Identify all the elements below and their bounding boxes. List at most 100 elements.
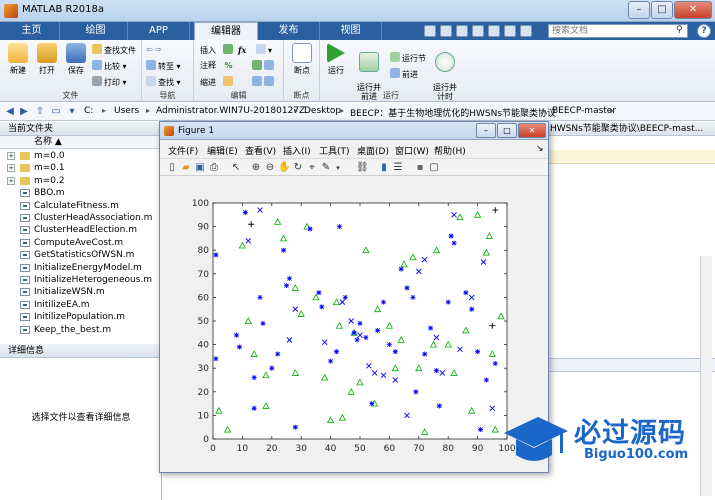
file-list-item[interactable]: CalculateFitness.m: [0, 200, 162, 212]
file-list-item[interactable]: + m=0.1: [0, 162, 162, 174]
menu-desktop[interactable]: 桌面(D): [357, 144, 389, 157]
indent-button[interactable]: 缩进: [200, 76, 235, 88]
name-column-header[interactable]: 名称 ▲: [0, 136, 162, 149]
file-list-item[interactable]: Keep_the_best.m: [0, 324, 162, 336]
help-icon[interactable]: ?: [697, 24, 711, 38]
file-list-item[interactable]: GetStatisticsOfWSN.m: [0, 249, 162, 261]
new-button[interactable]: 新建: [4, 43, 32, 76]
tab-apps[interactable]: APP: [128, 22, 190, 40]
file-list-item[interactable]: ClusterHeadAssociation.m: [0, 212, 162, 224]
browse-folder-icon[interactable]: ▭: [50, 106, 62, 118]
figure-close-button[interactable]: ✕: [518, 123, 546, 138]
redo-quick-icon[interactable]: [504, 25, 516, 37]
menu-dock-icon[interactable]: ↘: [536, 144, 544, 154]
insert-button[interactable]: 插入: [200, 44, 235, 56]
find-button[interactable]: 查找 ▾: [146, 76, 181, 88]
expand-folder-icon[interactable]: +: [7, 152, 15, 160]
menu-help[interactable]: 帮助(H): [434, 144, 466, 157]
file-list-item[interactable]: InitializeHeterogeneous.m: [0, 274, 162, 286]
search-documentation-input[interactable]: 搜索文档: [548, 24, 688, 38]
pan-hand-icon[interactable]: ✋: [278, 162, 290, 174]
up-folder-icon[interactable]: ⇧: [34, 106, 46, 118]
file-list-item[interactable]: InitilizePopulation.m: [0, 311, 162, 323]
figure-maximize-button[interactable]: □: [497, 123, 517, 138]
edit-plot-arrow-icon[interactable]: ↖: [230, 162, 242, 174]
show-plot-tools-icon[interactable]: ▢: [428, 162, 440, 174]
tab-plots[interactable]: 绘图: [64, 22, 128, 40]
hide-plot-tools-icon[interactable]: ▪: [414, 162, 426, 174]
breakpoints-button[interactable]: 断点: [288, 43, 316, 76]
file-list-item[interactable]: + m=0.2: [0, 175, 162, 187]
breadcrumb-project[interactable]: BEECP：基于生物地理优化的HWSNs节能聚类协议: [350, 106, 556, 119]
rotate-3d-icon[interactable]: ↻: [292, 162, 304, 174]
file-list-item[interactable]: InitilizeEA.m: [0, 299, 162, 311]
insert-function-options-icon[interactable]: ▾: [256, 44, 272, 56]
data-cursor-icon[interactable]: ⌖: [306, 162, 318, 174]
menu-file[interactable]: 文件(F): [168, 144, 198, 157]
back-forward-buttons[interactable]: ⇦ ⇨: [146, 44, 162, 56]
open-file-icon[interactable]: ▰: [180, 162, 192, 174]
minimize-button[interactable]: –: [628, 1, 650, 19]
figure-minimize-button[interactable]: –: [476, 123, 496, 138]
tab-editor[interactable]: 编辑器: [194, 22, 258, 40]
copy-quick-icon[interactable]: [456, 25, 468, 37]
expand-folder-icon[interactable]: +: [7, 176, 15, 185]
file-list-item[interactable]: InitializeWSN.m: [0, 286, 162, 298]
back-arrow-icon[interactable]: ◀: [4, 106, 16, 118]
file-list-item[interactable]: BBO.m: [0, 187, 162, 199]
expand-folder-icon[interactable]: +: [7, 164, 15, 173]
menu-tools[interactable]: 工具(T): [319, 144, 350, 157]
save-quick-icon[interactable]: [424, 25, 436, 37]
paste-quick-icon[interactable]: [472, 25, 484, 37]
tab-view[interactable]: 视图: [320, 22, 382, 40]
comment-toggle-icon[interactable]: [252, 60, 276, 72]
breadcrumb-users[interactable]: Users: [114, 106, 139, 116]
insert-legend-icon[interactable]: ☰: [392, 162, 404, 174]
maximize-button[interactable]: □: [651, 1, 673, 19]
print-figure-icon[interactable]: ⎙: [208, 162, 220, 174]
print-button[interactable]: 打印 ▾: [92, 76, 127, 88]
file-list-item[interactable]: InitializeEnergyModel.m: [0, 262, 162, 274]
advance-button[interactable]: 前进: [390, 68, 418, 80]
save-figure-icon[interactable]: ▣: [194, 162, 206, 174]
file-list-item[interactable]: + m=0.0: [0, 150, 162, 162]
run-button[interactable]: 运行: [322, 43, 350, 76]
new-figure-icon[interactable]: ▯: [166, 162, 178, 174]
file-list-item[interactable]: ClusterHeadElection.m: [0, 224, 162, 236]
link-plot-icon[interactable]: ⛓: [356, 162, 369, 174]
breadcrumb-drive[interactable]: C:: [84, 106, 93, 116]
breadcrumb-desktop[interactable]: Desktop: [304, 106, 341, 116]
switch-window-quick-icon[interactable]: [520, 25, 532, 37]
tab-publish[interactable]: 发布: [258, 22, 320, 40]
zoom-out-icon[interactable]: ⊖: [264, 162, 276, 174]
comment-button[interactable]: 注释 %: [200, 60, 233, 72]
menu-insert[interactable]: 插入(I): [283, 144, 311, 157]
insert-colorbar-icon[interactable]: ▮: [378, 162, 390, 174]
find-files-button[interactable]: 查找文件: [92, 44, 136, 56]
figure-title-bar[interactable]: Figure 1 – □ ✕: [160, 122, 548, 140]
breadcrumb-beecp-master[interactable]: BEECP-master: [552, 106, 616, 116]
breadcrumb-user-folder[interactable]: Administrator.WIN7U-20180127Z: [156, 106, 305, 116]
menu-view[interactable]: 查看(V): [245, 144, 276, 157]
search-icon[interactable]: ⚲: [676, 25, 683, 35]
close-button[interactable]: ✕: [674, 1, 712, 19]
cut-quick-icon[interactable]: [440, 25, 452, 37]
dropdown-icon[interactable]: ▾: [66, 106, 78, 118]
forward-arrow-icon[interactable]: ▶: [18, 106, 30, 118]
file-list-item[interactable]: ComputeAveCost.m: [0, 237, 162, 249]
indent-more-icon[interactable]: [252, 76, 276, 88]
tab-home[interactable]: 主页: [4, 22, 60, 40]
menu-window[interactable]: 窗口(W): [395, 144, 429, 157]
menu-edit[interactable]: 编辑(E): [207, 144, 238, 157]
compare-button[interactable]: 比较 ▾: [92, 60, 127, 72]
brush-icon[interactable]: ✎: [320, 162, 332, 174]
scatter-plot[interactable]: 0 10 20 30 40 50 60 70 80 90 100 0 10 20 30 40 50 60 70 80 9…: [160, 177, 548, 472]
undo-quick-icon[interactable]: [488, 25, 500, 37]
open-button[interactable]: 打开: [33, 43, 61, 76]
save-button[interactable]: 保存: [62, 43, 90, 76]
brush-dropdown-icon[interactable]: ▾: [332, 162, 344, 174]
run-section-button[interactable]: 运行节: [390, 52, 426, 64]
goto-button[interactable]: 转至 ▾: [146, 60, 181, 72]
insert-function-button[interactable]: fx: [238, 44, 246, 56]
zoom-in-icon[interactable]: ⊕: [250, 162, 262, 174]
